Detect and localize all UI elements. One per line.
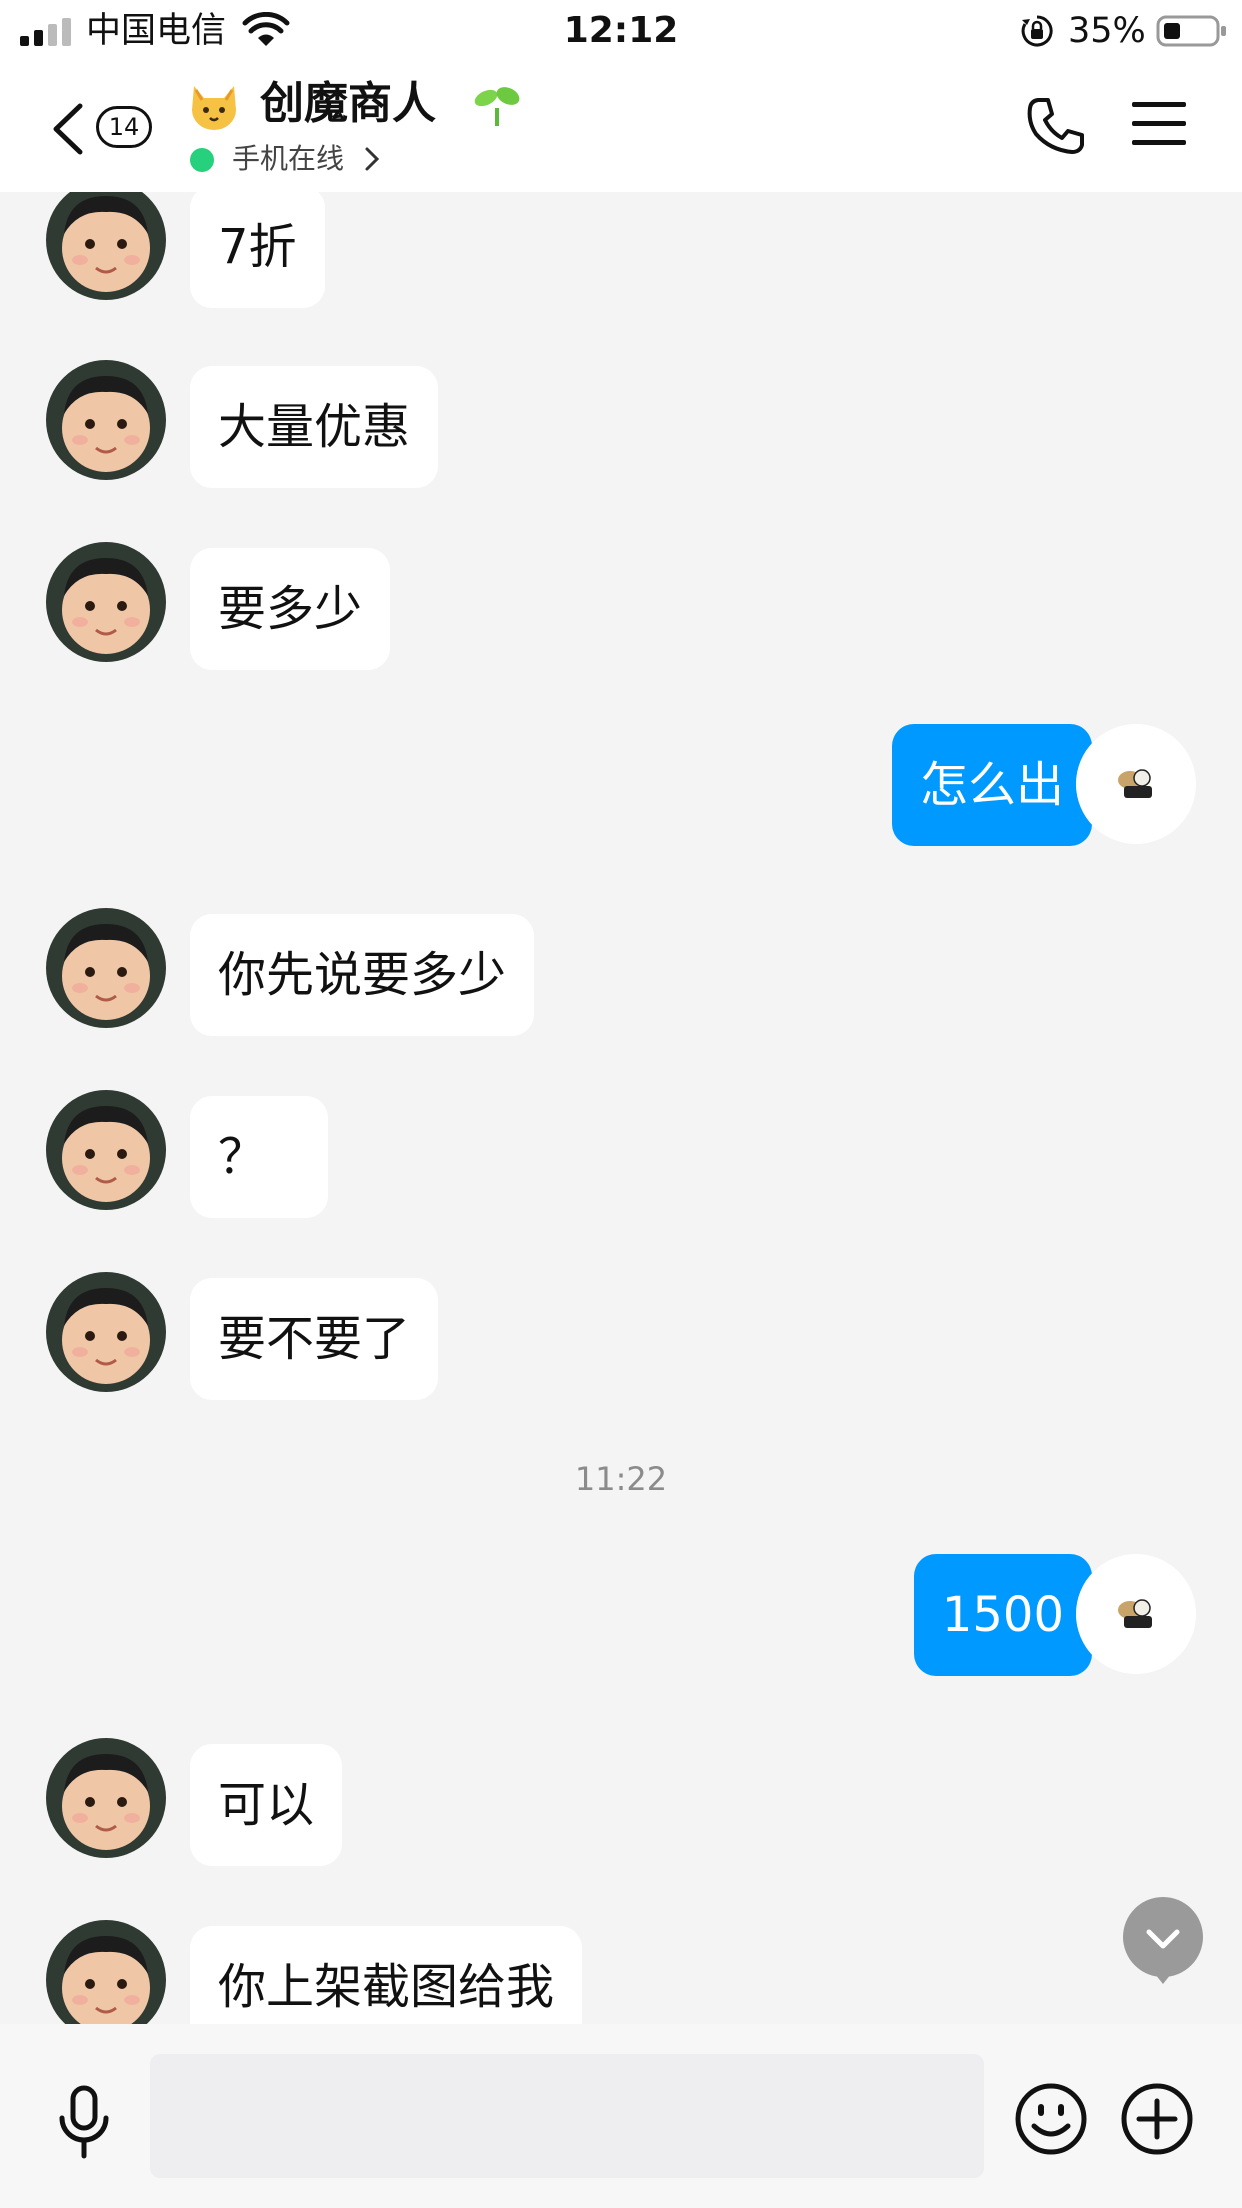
message-bubble-incoming[interactable]: 你先说要多少 bbox=[190, 914, 535, 1036]
message-bubble-incoming[interactable]: 可以 bbox=[190, 1744, 343, 1866]
my-avatar[interactable] bbox=[1076, 724, 1196, 844]
emoji-icon[interactable] bbox=[1014, 2082, 1088, 2156]
back-button[interactable]: 14 bbox=[50, 98, 160, 158]
contact-avatar[interactable] bbox=[46, 542, 166, 662]
battery-percent: 35% bbox=[1068, 11, 1146, 51]
contact-avatar[interactable] bbox=[46, 1920, 166, 2024]
message-row: 7折 bbox=[0, 192, 1242, 308]
message-timestamp: 11:22 bbox=[574, 1460, 668, 1498]
figure-avatar-icon bbox=[1076, 724, 1196, 844]
online-status-dot bbox=[190, 148, 214, 172]
contact-avatar[interactable] bbox=[46, 192, 166, 300]
plus-icon[interactable] bbox=[1120, 2082, 1194, 2156]
message-row: 1500 bbox=[0, 1548, 1242, 1676]
child-face-avatar-icon bbox=[46, 1272, 166, 1392]
message-row: 你上架截图给我 bbox=[0, 1920, 1242, 2024]
child-face-avatar-icon bbox=[46, 542, 166, 662]
message-row: 要不要了 bbox=[0, 1272, 1242, 1400]
child-face-avatar-icon bbox=[46, 360, 166, 480]
message-row: ？ bbox=[0, 1090, 1242, 1218]
message-row: 怎么出 bbox=[0, 718, 1242, 846]
message-bubble-outgoing[interactable]: 怎么出 bbox=[891, 724, 1092, 846]
contact-avatar[interactable] bbox=[46, 1272, 166, 1392]
unread-count-badge: 14 bbox=[96, 106, 152, 148]
message-row: 大量优惠 bbox=[0, 360, 1242, 488]
my-avatar[interactable] bbox=[1076, 1554, 1196, 1674]
orientation-lock-icon bbox=[1021, 15, 1053, 47]
message-bubble-incoming[interactable]: 大量优惠 bbox=[190, 366, 439, 488]
child-face-avatar-icon bbox=[46, 1738, 166, 1858]
contact-avatar[interactable] bbox=[46, 1090, 166, 1210]
child-face-avatar-icon bbox=[46, 1920, 166, 2024]
chat-header: 14 创魔商人 手机在线 bbox=[0, 62, 1242, 192]
contact-avatar[interactable] bbox=[46, 1738, 166, 1858]
battery-icon bbox=[1156, 15, 1226, 47]
message-row: 要多少 bbox=[0, 542, 1242, 670]
phone-icon[interactable] bbox=[1024, 94, 1088, 158]
child-face-avatar-icon bbox=[46, 1090, 166, 1210]
figure-avatar-icon bbox=[1076, 1554, 1196, 1674]
message-bubble-incoming[interactable]: ？ bbox=[190, 1096, 328, 1218]
sprout-emoji-icon bbox=[474, 87, 520, 126]
clock: 12:12 bbox=[563, 10, 679, 51]
message-bubble-incoming[interactable]: 要多少 bbox=[190, 548, 391, 670]
message-row: 可以 bbox=[0, 1738, 1242, 1866]
back-chevron-icon bbox=[53, 103, 83, 155]
microphone-icon[interactable] bbox=[54, 2084, 114, 2160]
message-bubble-incoming[interactable]: 你上架截图给我 bbox=[190, 1926, 583, 2024]
message-input[interactable] bbox=[150, 2054, 984, 2178]
contact-name: 创魔商人 bbox=[260, 78, 436, 129]
input-bar bbox=[0, 2024, 1242, 2208]
message-bubble-outgoing[interactable]: 1500 bbox=[913, 1554, 1092, 1676]
contact-avatar[interactable] bbox=[46, 908, 166, 1028]
menu-icon[interactable] bbox=[1130, 98, 1188, 150]
cat-emoji-icon bbox=[192, 86, 236, 130]
message-row: 你先说要多少 bbox=[0, 908, 1242, 1036]
status-bar: 中国电信 12:12 35% bbox=[0, 0, 1242, 62]
message-bubble-incoming[interactable]: 7折 bbox=[190, 192, 325, 308]
message-list[interactable]: 7折 大量优惠 要多少 怎么出 你先说要多少 ？ 要不要了 11:22 1500… bbox=[0, 192, 1242, 2024]
chevron-right-icon bbox=[365, 147, 380, 171]
online-status-text[interactable]: 手机在线 bbox=[232, 138, 344, 180]
contact-avatar[interactable] bbox=[46, 360, 166, 480]
scroll-to-bottom-button[interactable] bbox=[1122, 1896, 1204, 1984]
child-face-avatar-icon bbox=[46, 192, 166, 300]
message-bubble-incoming[interactable]: 要不要了 bbox=[190, 1278, 439, 1400]
child-face-avatar-icon bbox=[46, 908, 166, 1028]
